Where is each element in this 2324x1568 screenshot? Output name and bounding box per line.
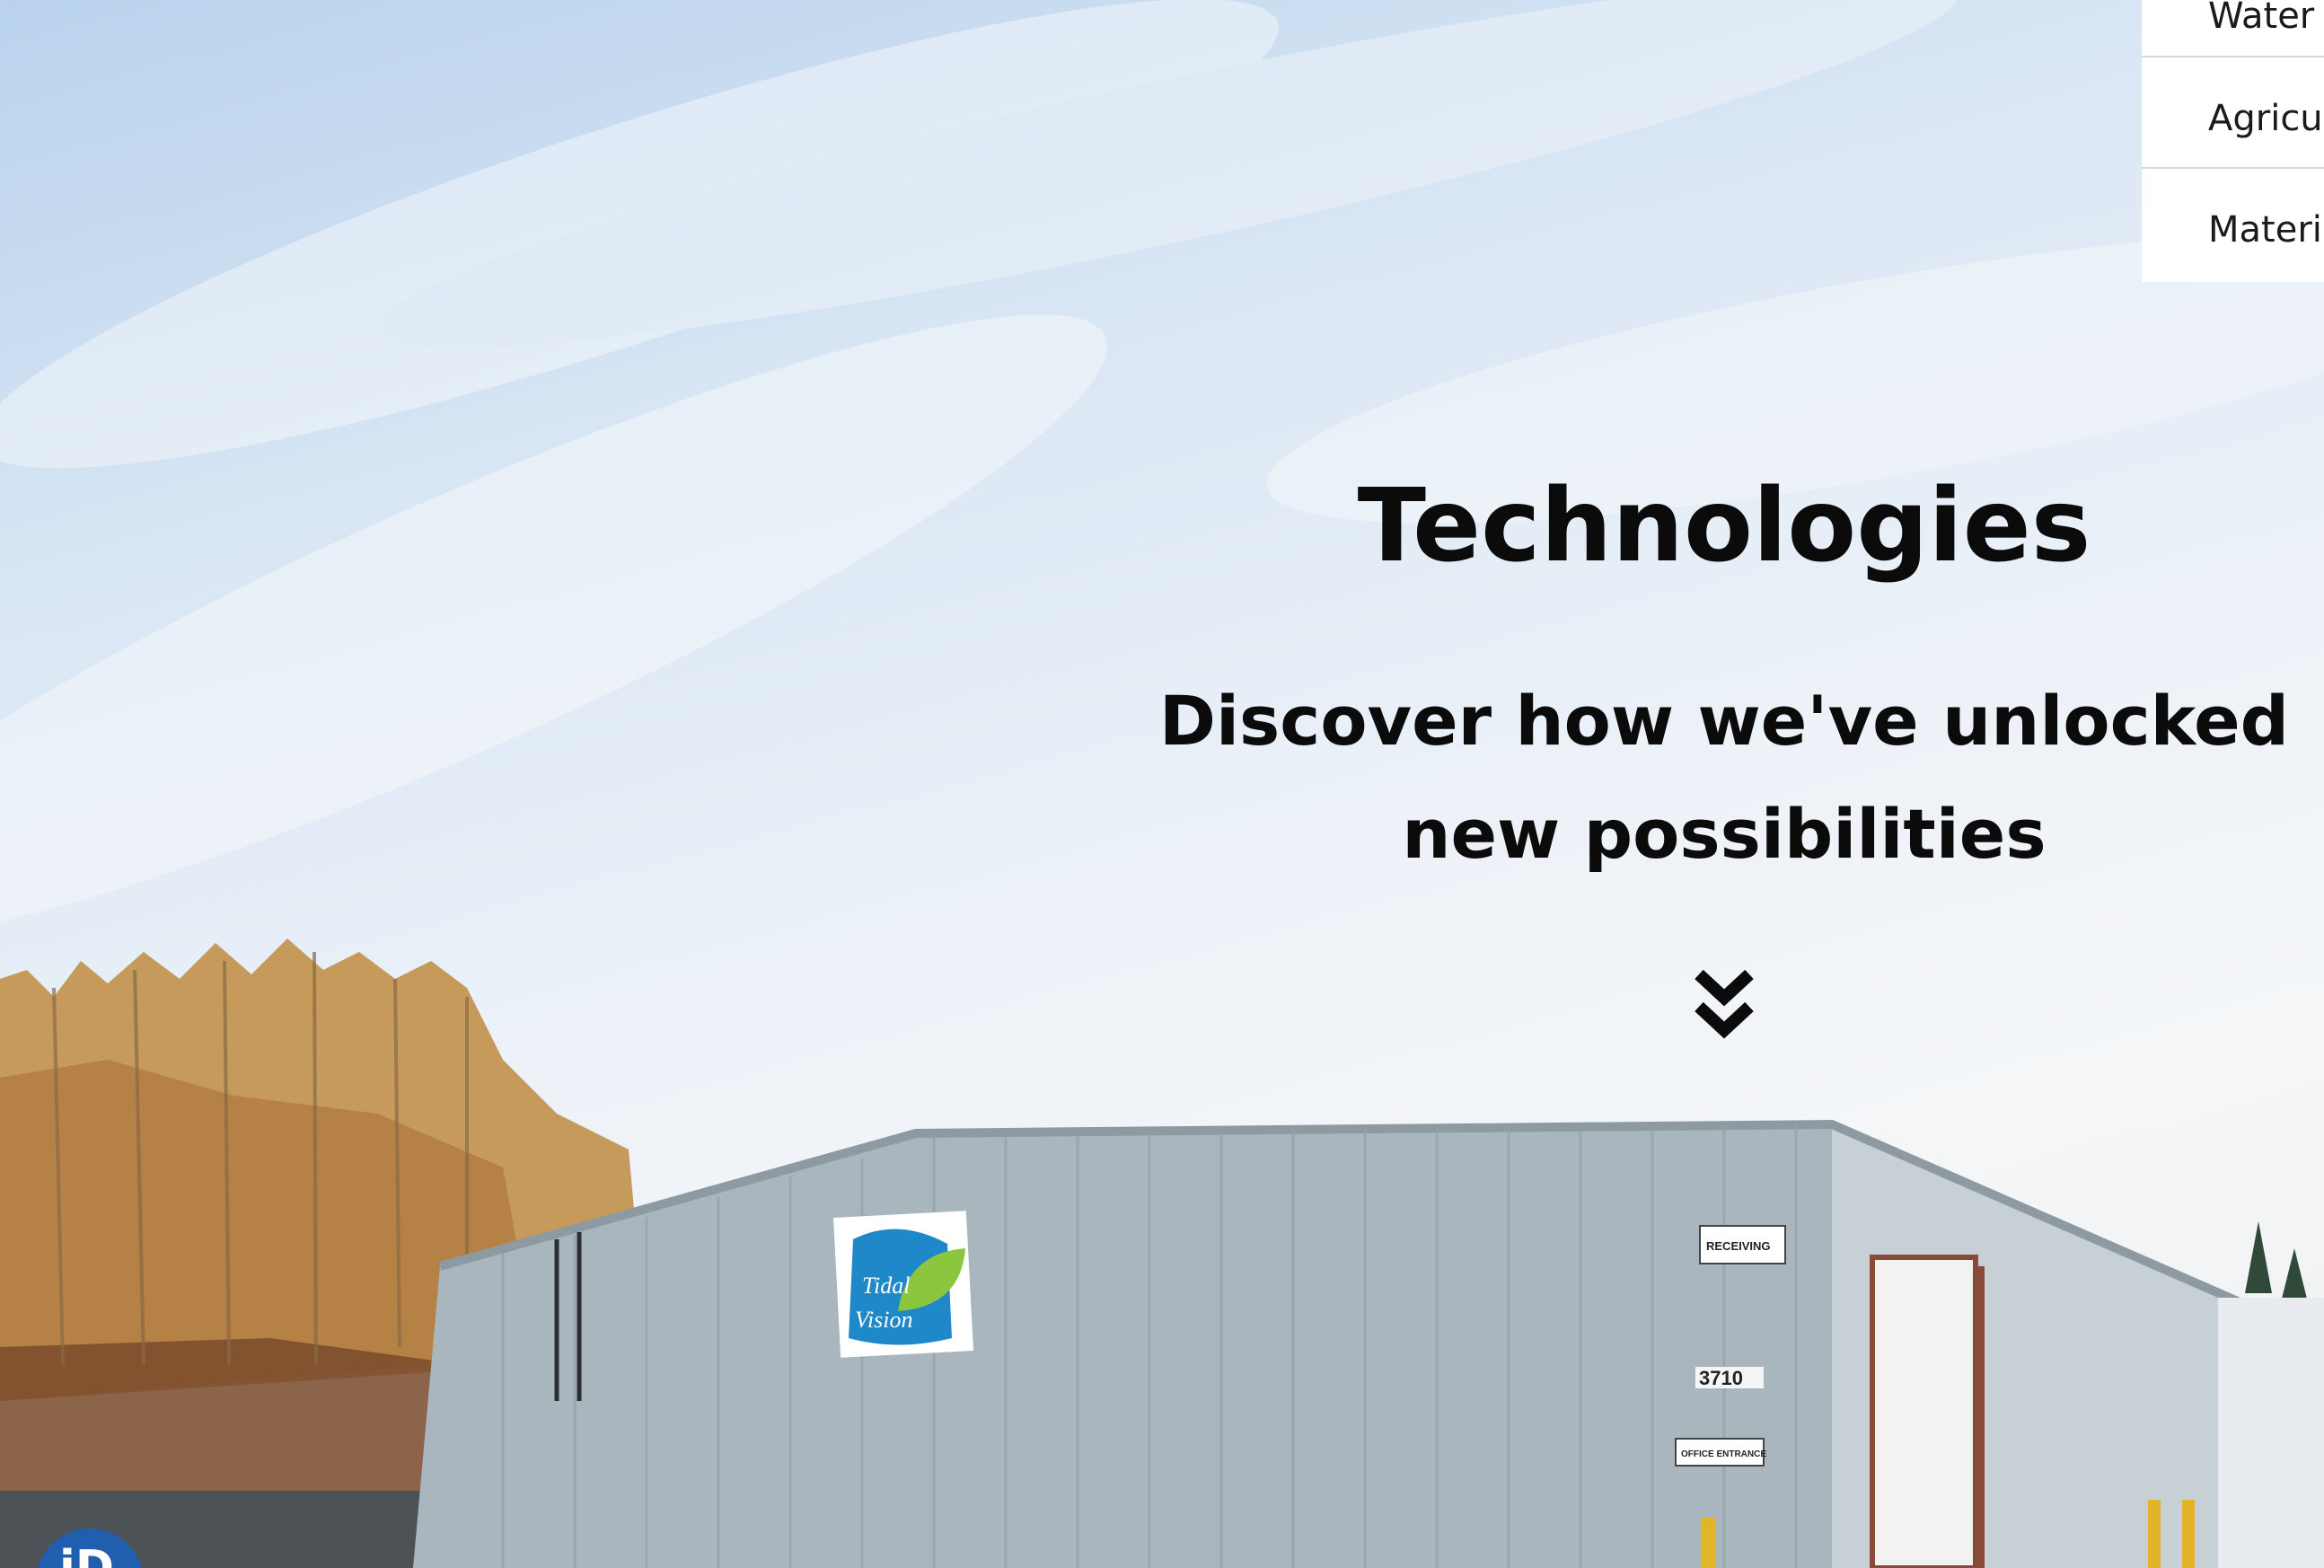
chevron-double-down-icon [1695,969,1754,1039]
dropdown-item-water[interactable]: Water [2142,0,2324,57]
svg-text:RECEIVING: RECEIVING [1706,1239,1771,1253]
page-subtitle-line-2: new possibilities [1402,794,2047,874]
dropdown-item-materials[interactable]: Materials [2142,169,2324,282]
page-subtitle-line-1: Discover how we've unlocked [1158,681,2290,761]
scroll-down-button[interactable] [1688,965,1760,1046]
warehouse-building [413,1119,2324,1568]
accessibility-icon: iD [59,1541,114,1568]
dropdown-item-agriculture[interactable]: Agriculture [2142,57,2324,169]
page-subtitle: Discover how we've unlocked new possibil… [1127,665,2321,891]
dropdown-item-label: Materials [2208,209,2324,251]
building-logo-text-1: Tidal [862,1273,910,1299]
building-logo-sign: Tidal Vision [833,1211,973,1358]
building-logo-text-2: Vision [855,1307,913,1333]
page-title: Technologies [1357,468,2091,585]
hero-section: Tidal Vision RECEIVING 3710 OFFICE ENTRA… [0,0,2324,1568]
svg-text:3710: 3710 [1699,1367,1743,1389]
nav-dropdown-menu: Water Agriculture Materials [2142,0,2324,282]
receiving-sign: RECEIVING [1699,1225,1786,1264]
address-sign: 3710 [1695,1367,1764,1389]
dropdown-item-label: Agriculture [2208,98,2324,139]
dropdown-item-label: Water [2208,0,2315,37]
office-entrance-sign: OFFICE ENTRANCE [1675,1438,1766,1467]
svg-text:OFFICE ENTRANCE: OFFICE ENTRANCE [1681,1449,1766,1459]
